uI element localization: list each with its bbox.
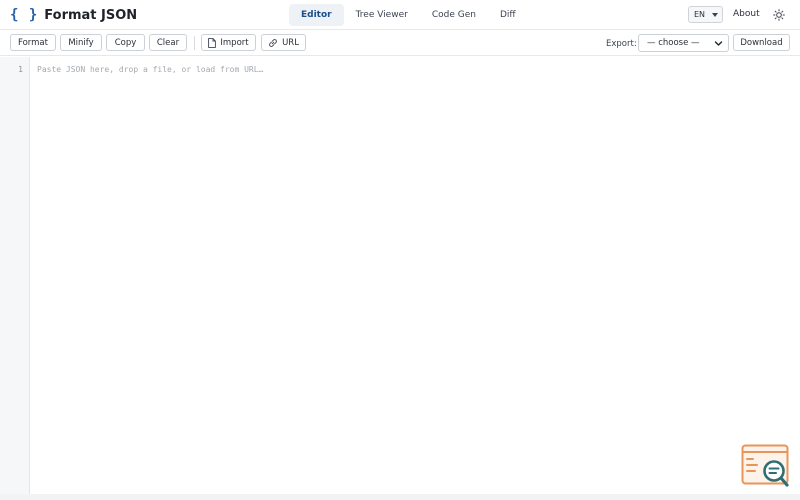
editor-placeholder: Paste JSON here, drop a file, or load fr… (37, 65, 264, 74)
json-input-area[interactable]: Paste JSON here, drop a file, or load fr… (31, 57, 800, 494)
app-title: Format JSON (44, 7, 138, 23)
tab-diff[interactable]: Diff (488, 4, 528, 26)
browser-search-icon (741, 444, 789, 487)
theme-toggle-button[interactable] (770, 7, 788, 23)
brand[interactable]: { } Format JSON (10, 6, 137, 24)
import-label: Import (220, 37, 249, 48)
link-icon (269, 38, 277, 47)
caret-down-icon (712, 13, 718, 17)
language-select[interactable]: EN (688, 6, 723, 23)
editor-footer-strip (0, 494, 800, 500)
toolbar-divider (194, 36, 195, 50)
clear-button[interactable]: Clear (149, 34, 187, 51)
sun-icon (773, 9, 785, 21)
tab-editor[interactable]: Editor (289, 4, 344, 26)
language-value: EN (694, 10, 706, 19)
minify-button[interactable]: Minify (60, 34, 102, 51)
chevron-down-icon (714, 41, 723, 46)
copy-button[interactable]: Copy (106, 34, 145, 51)
line-number: 1 (18, 65, 23, 74)
format-button[interactable]: Format (10, 34, 56, 51)
export-selected-value: — choose — (647, 38, 700, 48)
line-number-gutter: 1 (0, 57, 30, 500)
toolbar: Format Minify Copy Clear Import URL Expo… (0, 30, 800, 56)
braces-icon: { } (10, 7, 39, 23)
json-editor: 1 Paste JSON here, drop a file, or load … (0, 57, 800, 500)
export-label: Export: (606, 39, 637, 49)
floating-search-badge[interactable] (741, 444, 791, 488)
file-icon (208, 37, 217, 48)
url-button[interactable]: URL (261, 34, 306, 51)
about-link[interactable]: About (733, 9, 760, 19)
tab-tree-viewer[interactable]: Tree Viewer (344, 4, 420, 26)
download-button[interactable]: Download (733, 34, 790, 51)
tab-code-gen[interactable]: Code Gen (420, 4, 488, 26)
main-nav: Editor Tree Viewer Code Gen Diff (289, 4, 528, 26)
import-button[interactable]: Import (201, 34, 256, 51)
url-label: URL (282, 37, 299, 48)
export-format-select[interactable]: — choose — (638, 34, 729, 52)
app-header: { } Format JSON Editor Tree Viewer Code … (0, 0, 800, 30)
